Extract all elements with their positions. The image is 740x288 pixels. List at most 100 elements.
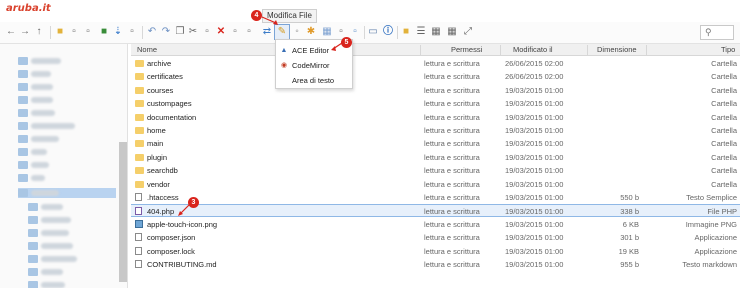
table-row[interactable]: vendor lettura e scrittura 19/03/2015 01:0… <box>131 178 740 191</box>
view-list-icon[interactable]: ☰ <box>414 25 428 39</box>
download-icon[interactable]: ⇣ <box>111 25 125 39</box>
cell-modified: 19/03/2015 01:00 <box>505 85 564 95</box>
table-row[interactable]: certificates lettura e scrittura 26/06/201… <box>131 70 740 83</box>
table-row[interactable]: searchdb lettura e scrittura 19/03/2015 01… <box>131 164 740 177</box>
new-folder-icon[interactable]: ■ <box>97 25 111 39</box>
duplicate-icon[interactable]: ▫ <box>242 25 256 39</box>
table-row[interactable]: .htaccess lettura e scrittura 19/03/2015 0… <box>131 191 740 204</box>
tree-item[interactable] <box>18 134 59 144</box>
search-input[interactable]: ⚲ <box>700 25 734 40</box>
tree-item[interactable] <box>18 95 53 105</box>
view-icons-icon[interactable]: ▦ <box>445 25 459 39</box>
cell-perms: lettura e scrittura <box>424 99 480 109</box>
rename-icon[interactable]: ▫ <box>228 25 242 39</box>
view-folder-icon[interactable]: ■ <box>399 25 413 39</box>
redo-icon[interactable]: ↷ <box>159 25 173 39</box>
tree-item[interactable] <box>18 160 49 170</box>
archive-icon[interactable]: ▫ <box>348 25 362 39</box>
upload-icon[interactable]: ▫ <box>125 25 139 39</box>
delete-icon[interactable]: ✕ <box>214 25 228 39</box>
file-icon <box>135 246 142 255</box>
header-modified[interactable]: Modificato il <box>513 45 553 54</box>
tree-item[interactable] <box>18 173 45 183</box>
header-name[interactable]: Nome <box>137 45 157 54</box>
tools-icon[interactable]: ✱ <box>304 25 318 39</box>
tree-item[interactable] <box>28 215 71 225</box>
cell-perms: lettura e scrittura <box>424 59 480 68</box>
tree-item[interactable] <box>28 202 63 212</box>
tree-item-selected[interactable] <box>18 188 116 198</box>
cell-modified: 19/03/2015 01:00 <box>505 179 564 189</box>
cell-perms: lettura e scrittura <box>424 260 480 269</box>
toolbar: ← → ↑ ■ ▫ ▫ ■ ⇣ ▫ ↶ ↷ ❐ ✂ ▫ ✕ ▫ ▫ ⇄ ✎ ◦ … <box>0 22 740 44</box>
help-icon[interactable]: ⓘ <box>381 25 395 39</box>
view-grid-icon[interactable]: ▦ <box>429 25 443 39</box>
file-table: Nome Permessi Modificato il Dimensione T… <box>131 44 740 288</box>
cell-size: 338 b <box>620 207 639 217</box>
cell-perms: lettura e scrittura <box>424 219 480 229</box>
back-icon[interactable]: ← <box>4 25 18 39</box>
table-row[interactable]: 404.php lettura e scrittura 19/03/2015 01:… <box>131 204 740 218</box>
copy-icon[interactable]: ❐ <box>173 25 187 39</box>
undo-icon[interactable]: ↶ <box>145 25 159 39</box>
cell-name: custompages <box>147 99 192 109</box>
tree-item[interactable] <box>28 267 63 277</box>
aruba-logo: aruba.it <box>6 3 51 14</box>
tree-item[interactable] <box>28 280 65 288</box>
tree-item[interactable] <box>18 69 51 79</box>
info-icon[interactable]: ◦ <box>290 25 304 39</box>
header-size[interactable]: Dimensione <box>597 45 637 54</box>
folder-icon <box>135 86 144 94</box>
table-row[interactable]: apple-touch-icon.png lettura e scrittura 1… <box>131 218 740 231</box>
tree-item[interactable] <box>28 228 69 238</box>
cell-modified: 19/03/2015 01:00 <box>505 219 564 229</box>
cell-name: apple-touch-icon.png <box>147 219 218 229</box>
cut-icon[interactable]: ✂ <box>186 25 200 39</box>
folder-icon[interactable]: ■ <box>53 25 67 39</box>
tree-item[interactable] <box>28 254 77 264</box>
header-perms[interactable]: Permessi <box>451 45 482 54</box>
monitor-icon[interactable]: ▭ <box>366 25 380 39</box>
table-row[interactable]: composer.lock lettura e scrittura 19/03/20… <box>131 245 740 258</box>
tree-item[interactable] <box>18 121 75 131</box>
tree-item[interactable] <box>28 241 73 251</box>
cell-perms: lettura e scrittura <box>424 207 480 217</box>
tree-item[interactable] <box>18 108 55 118</box>
fullscreen-icon[interactable]: ⤢ <box>461 25 475 39</box>
tree-item[interactable] <box>18 82 53 92</box>
cell-perms: lettura e scrittura <box>424 246 480 256</box>
table-header: Nome Permessi Modificato il Dimensione T… <box>131 44 740 56</box>
new-doc-icon[interactable]: ▫ <box>81 25 95 39</box>
header-type[interactable]: Tipo <box>721 45 735 54</box>
share-icon[interactable]: ⇄ <box>260 25 274 39</box>
menu-item-codemirror[interactable]: ◉ CodeMirror <box>280 58 352 72</box>
table-row[interactable]: CONTRIBUTING.md lettura e scrittura 19/03/… <box>131 258 740 271</box>
new-file-icon[interactable]: ▫ <box>67 25 81 39</box>
folder-icon <box>135 100 144 108</box>
table-row[interactable]: archive lettura e scrittura 26/06/2015 02:… <box>131 57 740 70</box>
tree-item[interactable] <box>18 147 47 157</box>
menu-item-textarea[interactable]: Area di testo <box>280 73 352 87</box>
cell-name: 404.php <box>147 207 175 217</box>
up-icon[interactable]: ↑ <box>32 25 46 39</box>
tree-item[interactable] <box>18 56 61 66</box>
cell-type: File PHP <box>707 207 737 217</box>
cell-modified: 26/06/2015 02:00 <box>505 59 564 68</box>
table-row[interactable]: home lettura e scrittura 19/03/2015 01:00 C… <box>131 124 740 137</box>
cell-type: Cartella <box>711 99 737 109</box>
table-row[interactable]: documentation lettura e scrittura 19/03/20… <box>131 111 740 124</box>
menu-item-label: Area di testo <box>292 75 335 85</box>
table-row[interactable]: main lettura e scrittura 19/03/2015 01:00 C… <box>131 137 740 150</box>
table-row[interactable]: plugin lettura e scrittura 19/03/2015 01:0… <box>131 151 740 164</box>
cell-name: courses <box>147 85 174 95</box>
paste-icon[interactable]: ▫ <box>200 25 214 39</box>
forward-icon[interactable]: → <box>18 25 32 39</box>
resize-icon[interactable]: ▦ <box>320 25 334 39</box>
table-row[interactable]: courses lettura e scrittura 19/03/2015 01:… <box>131 84 740 97</box>
table-row[interactable]: custompages lettura e scrittura 19/03/2015… <box>131 97 740 110</box>
cell-type: Cartella <box>711 166 737 176</box>
folder-icon <box>135 73 144 81</box>
sidebar-scrollbar[interactable] <box>119 142 127 282</box>
table-row[interactable]: composer.json lettura e scrittura 19/03/20… <box>131 231 740 244</box>
ace-icon: ▲ <box>280 46 288 54</box>
